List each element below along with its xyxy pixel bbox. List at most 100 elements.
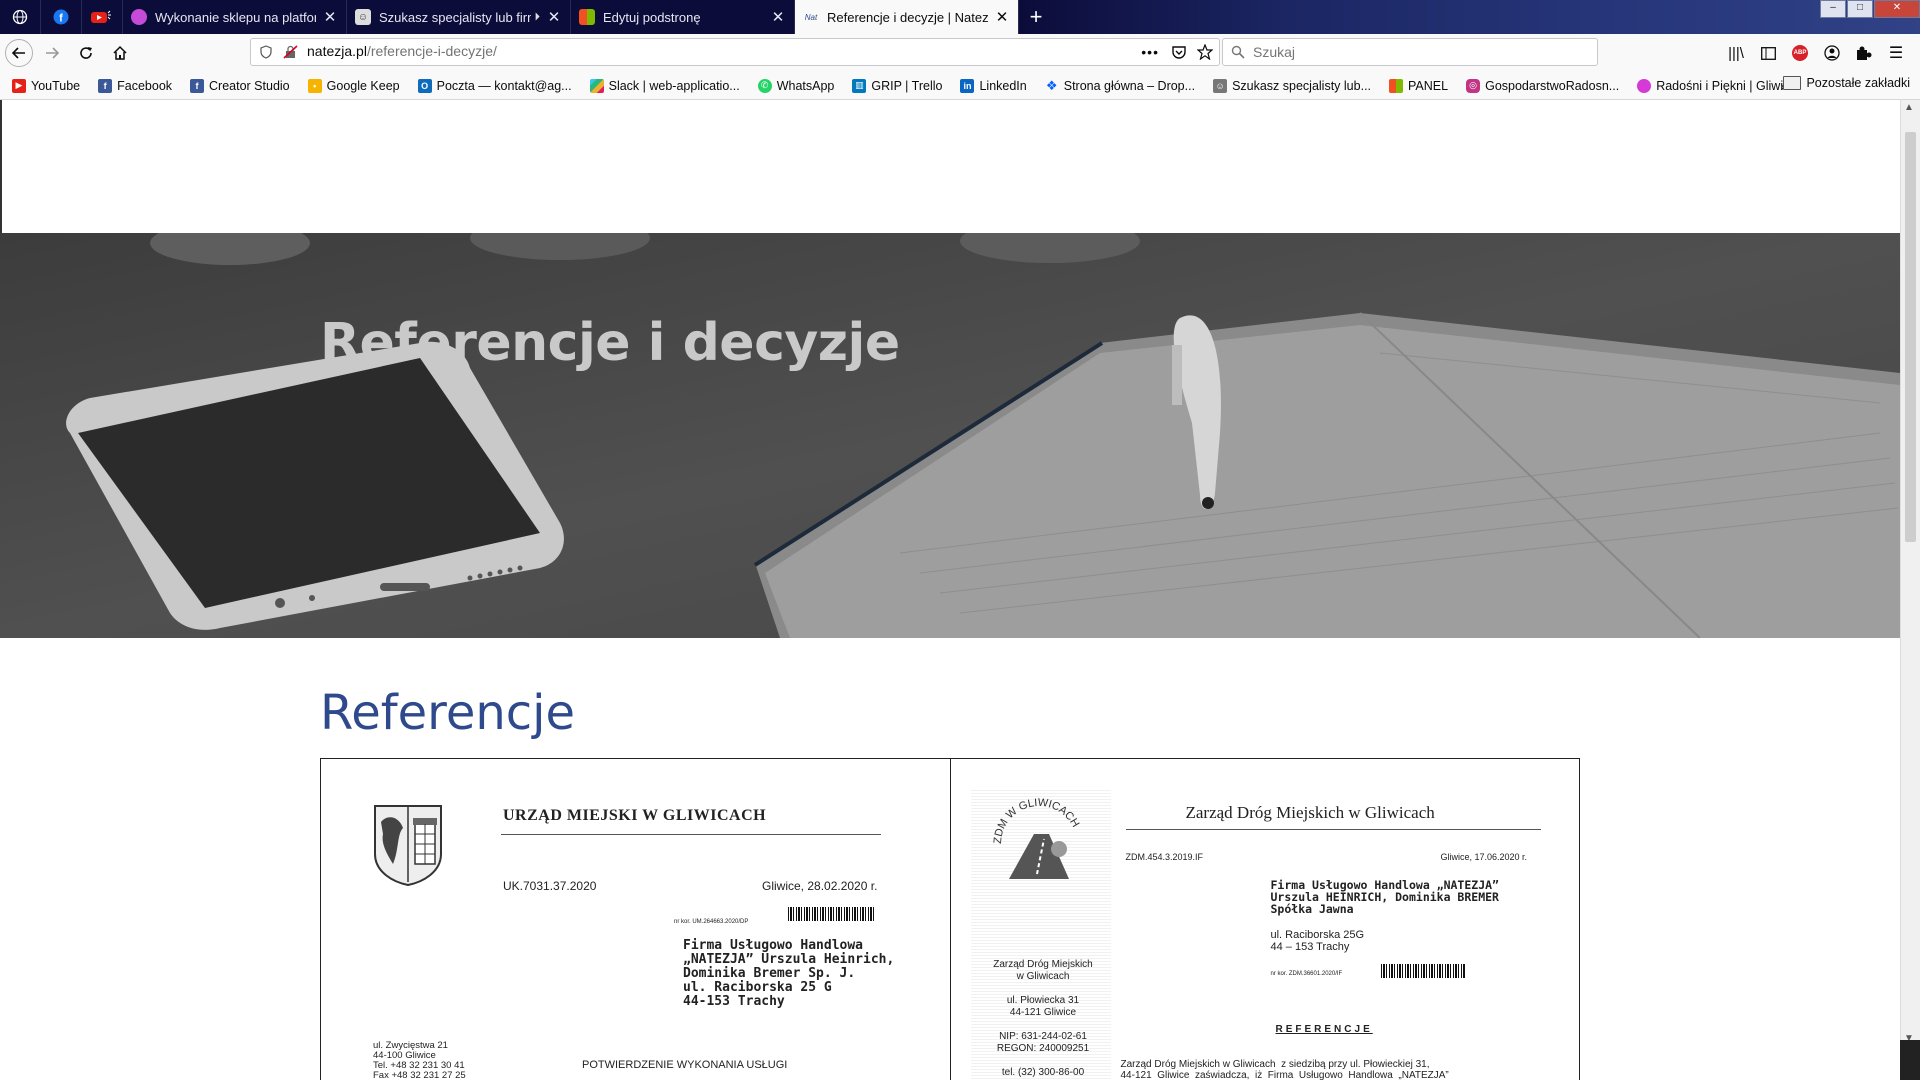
back-button[interactable] [5, 39, 33, 67]
close-icon[interactable]: ✕ [546, 8, 562, 26]
bookmark-dropbox[interactable]: ❖ Strona główna – Drop... [1033, 78, 1201, 93]
menu-button[interactable]: ☰ [1880, 38, 1912, 68]
bookmark-label: Google Keep [326, 78, 400, 93]
bookmark-panel[interactable]: PANEL [1377, 78, 1454, 93]
bookmark-google-keep[interactable]: • Google Keep [296, 78, 406, 93]
bookmark-instagram[interactable]: ◎ GospodarstwoRadosn... [1454, 78, 1625, 93]
window-close-button[interactable]: ✕ [1874, 0, 1920, 18]
tab-title: Szukasz specjalisty lub firmy [379, 9, 531, 25]
bookmark-label: GospodarstwoRadosn... [1485, 78, 1620, 93]
sidebar-icon [1760, 46, 1776, 60]
library-button[interactable]: |||\ [1720, 38, 1752, 68]
home-button[interactable] [105, 38, 135, 68]
sidebar-button[interactable] [1752, 38, 1784, 68]
tab-referencje[interactable]: Nat Referencje i decyzje | Natezja ✕ [795, 0, 1019, 34]
home-icon [113, 45, 127, 60]
slack-icon [589, 78, 604, 93]
recipient-street: ul. Raciborska 25G 44 – 153 Trachy [1270, 929, 1365, 953]
extensions-button[interactable] [1848, 38, 1880, 68]
bookmark-trello[interactable]: ▥ GRIP | Trello [840, 78, 948, 93]
arrow-left-icon [12, 47, 25, 59]
instagram-icon: ◎ [1466, 78, 1481, 93]
url-domain: natezja.pl [307, 43, 367, 59]
url-bar[interactable]: natezja.pl/referencje-i-decyzje/ ••• [250, 38, 1220, 66]
reload-button[interactable] [71, 38, 101, 68]
bookmark-label: Pozostałe zakładki [1806, 76, 1910, 90]
adblock-button[interactable]: ABP [1784, 38, 1816, 68]
page-scrollbar[interactable]: ▲ ▼ [1900, 100, 1920, 1080]
account-icon [1824, 45, 1840, 61]
close-icon[interactable]: ✕ [770, 8, 786, 26]
sender-contact: ul. Zwycięstwa 21 44-100 Gliwice Tel. +4… [373, 1040, 466, 1080]
close-icon[interactable]: ✕ [322, 8, 338, 26]
bookmark-radosni[interactable]: Radośni i Piękni | Gliwi... [1625, 78, 1799, 93]
bookmark-label: WhatsApp [776, 78, 835, 93]
tab-specialist[interactable]: ☺ Szukasz specjalisty lub firmy ⏵ ✕ [347, 0, 571, 34]
minimize-button[interactable]: – [1820, 0, 1846, 18]
media-play-icon[interactable]: ⏵ [535, 11, 541, 24]
divider [501, 834, 881, 835]
document-date: Gliwice, 17.06.2020 r. [1440, 852, 1528, 862]
bookmark-slack[interactable]: Slack | web-applicatio... [578, 78, 746, 93]
toolbar-right: |||\ ABP ☰ [1720, 38, 1912, 68]
tab-title: Wykonanie sklepu na platformie [155, 9, 316, 25]
recipient-address: Firma Usługowo Handlowa „NATEZJA” Urszul… [683, 938, 895, 1009]
insecure-lock-icon[interactable] [283, 45, 299, 59]
sender-contact: Zarząd Dróg Miejskich w Gliwicach ul. Pł… [993, 959, 1093, 1078]
reference-document-urzad-miejski[interactable]: URZĄD MIEJSKI W GLIWICACH UK.7031.37.202… [321, 759, 950, 1080]
pinned-tab-youtube[interactable] [82, 0, 123, 34]
recipient-address: Firma Usługowo Handlowa „NATEZJA” Urszul… [1270, 878, 1499, 916]
bookmark-creator-studio[interactable]: f Creator Studio [178, 78, 296, 93]
close-icon[interactable]: ✕ [994, 8, 1010, 26]
hamburger-icon: ☰ [1888, 45, 1904, 62]
other-bookmarks[interactable]: Pozostałe zakładki [1783, 76, 1910, 90]
bookmark-label: Facebook [117, 78, 173, 93]
arrow-right-icon [46, 47, 59, 59]
maximize-button[interactable]: □ [1847, 0, 1873, 18]
document-reference-number: UK.7031.37.2020 [503, 879, 597, 893]
bookmarks-toolbar: ▶ YouTube f Facebook f Creator Studio • Goog… [0, 72, 1920, 100]
page-actions-button[interactable]: ••• [1141, 44, 1159, 60]
account-button[interactable] [1816, 38, 1848, 68]
globe-icon [12, 9, 28, 25]
bookmark-star-icon[interactable] [1197, 44, 1213, 60]
reference-document-zdm[interactable]: ZDM W GLIWICACH Zarząd Dróg Miejskich w … [949, 759, 1580, 1080]
divider [1125, 829, 1541, 830]
page-viewport: Referencje i decyzje Referencje URZĄD MI… [0, 100, 1900, 1080]
tab-title: Referencje i decyzje | Natezja [827, 9, 988, 25]
bookmark-specialist[interactable]: ☺ Szukasz specjalisty lub... [1201, 78, 1377, 93]
svg-text:f: f [59, 13, 63, 25]
shield-icon[interactable] [259, 45, 273, 59]
url-text[interactable]: natezja.pl/referencje-i-decyzje/ [307, 43, 497, 61]
tab-strip: f Wykonanie sklepu na platformie ✕ ☺ Szu… [0, 0, 1920, 34]
bookmark-facebook[interactable]: f Facebook [86, 78, 178, 93]
search-input[interactable] [1251, 43, 1575, 61]
document-subject: POTWIERDZENIE WYKONANIA USŁUGI [582, 1059, 788, 1071]
site-favicon: ☺ [1213, 78, 1228, 93]
search-bar[interactable] [1222, 38, 1598, 66]
bookmark-label: Radośni i Piękni | Gliwi... [1656, 78, 1794, 93]
windows-logo-icon [579, 9, 595, 25]
tab-shop[interactable]: Wykonanie sklepu na platformie ✕ [123, 0, 347, 34]
tab-edit-subpage[interactable]: Edytuj podstronę ✕ [571, 0, 795, 34]
forward-button[interactable] [37, 38, 67, 68]
barcode-icon [788, 907, 874, 921]
adblock-icon: ABP [1792, 45, 1808, 61]
puzzle-icon [1857, 46, 1872, 60]
bookmark-linkedin[interactable]: in LinkedIn [948, 78, 1032, 93]
pinned-tab-1[interactable] [0, 0, 41, 34]
new-tab-button[interactable]: + [1019, 0, 1053, 34]
bookmark-mail[interactable]: O Poczta — kontakt@ag... [406, 78, 578, 93]
hero-banner: Referencje i decyzje [0, 233, 1900, 638]
bookmark-whatsapp[interactable]: ✆ WhatsApp [746, 78, 841, 93]
pinned-tab-facebook[interactable]: f [41, 0, 82, 34]
scrollbar-thumb[interactable] [1905, 132, 1916, 542]
site-favicon: ☺ [355, 9, 371, 25]
document-reference-number: ZDM.454.3.2019.IF [1125, 852, 1204, 862]
document-issuer: URZĄD MIEJSKI W GLIWICACH [503, 807, 767, 824]
scroll-up-arrow-icon[interactable]: ▲ [1904, 102, 1914, 113]
pocket-icon[interactable] [1171, 44, 1187, 60]
bookmark-youtube[interactable]: ▶ YouTube [0, 78, 86, 93]
windows-logo-icon [1389, 78, 1404, 93]
bookmark-label: Poczta — kontakt@ag... [436, 78, 572, 93]
